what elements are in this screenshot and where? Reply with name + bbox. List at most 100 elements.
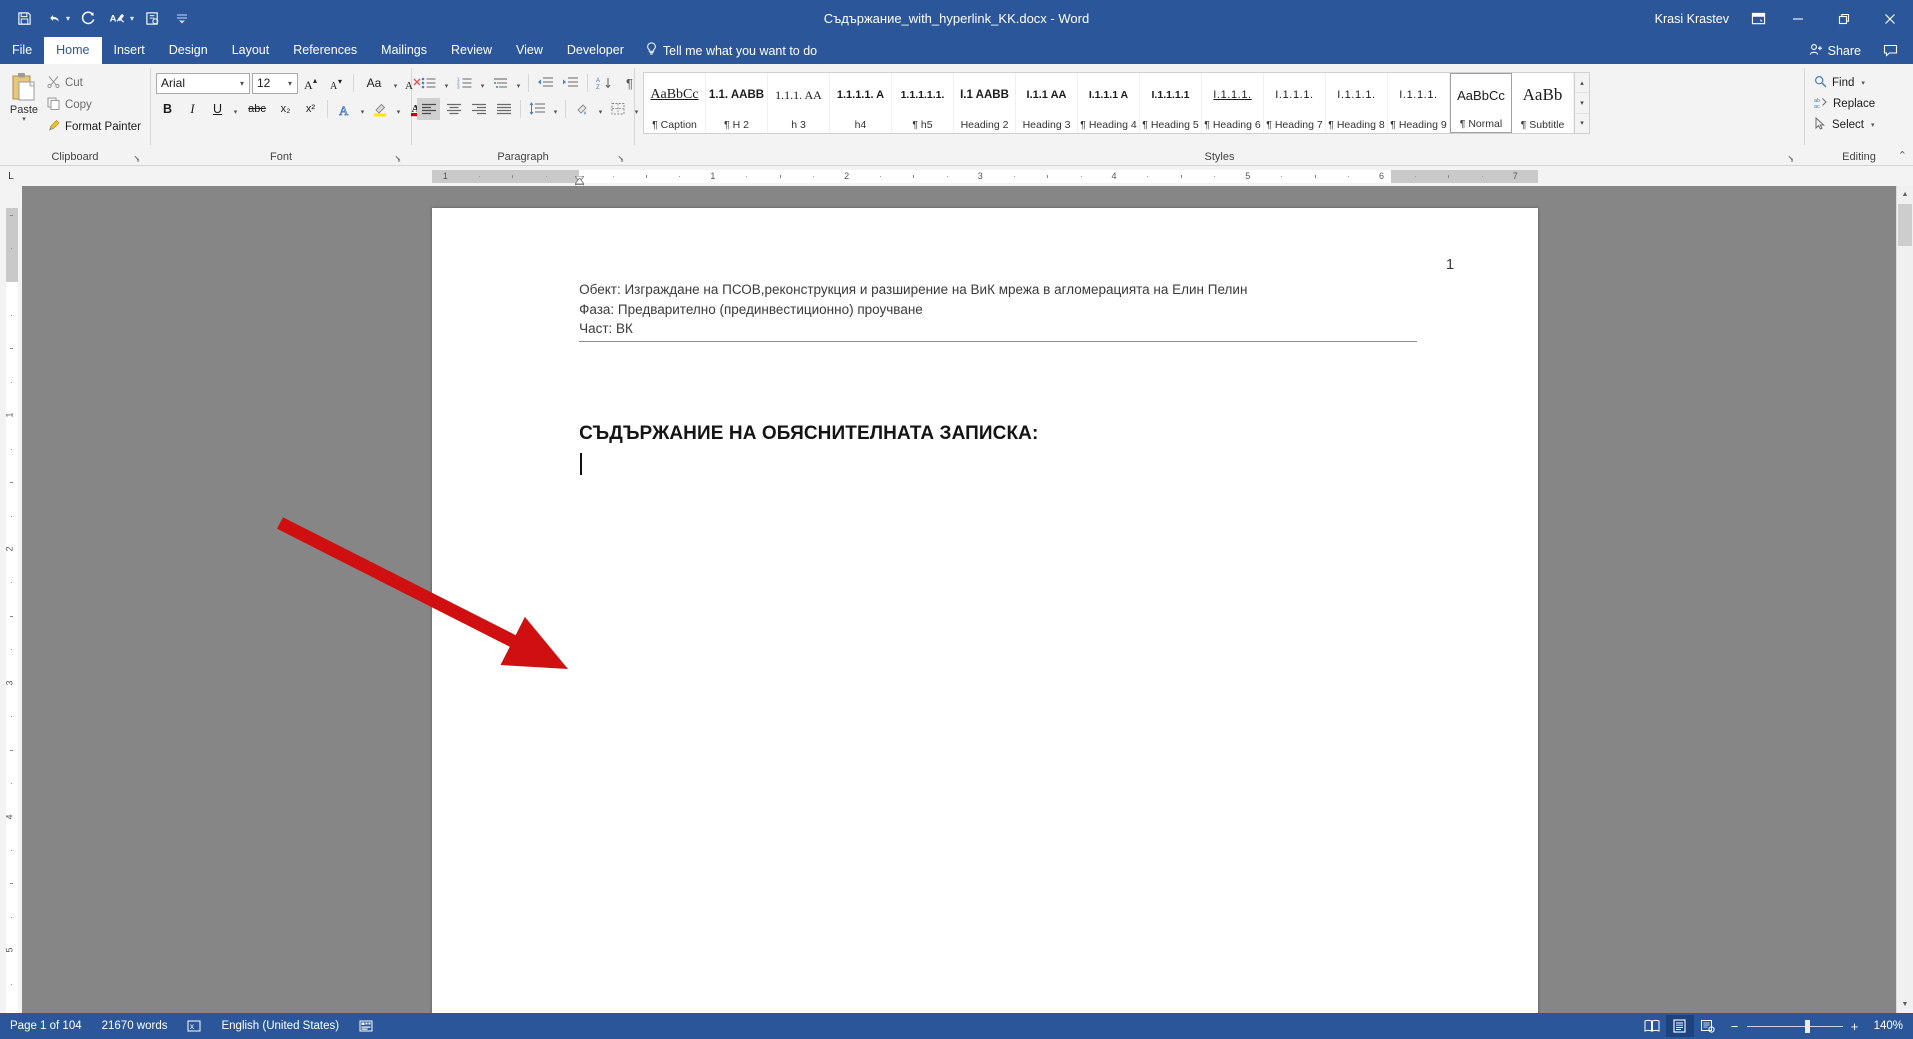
zoom-out-button[interactable]: − <box>1730 1019 1740 1034</box>
minimize-button[interactable] <box>1775 0 1821 37</box>
line-spacing-caret[interactable]: ▾ <box>551 98 560 120</box>
paste-dropdown-caret[interactable]: ▾ <box>22 116 26 124</box>
page-indicator[interactable]: Page 1 of 104 <box>0 1013 92 1039</box>
style-item-heading-3[interactable]: I.1.1 AA Heading 3 <box>1016 73 1078 133</box>
style-item-subtitle[interactable]: AaBb ¶ Subtitle <box>1512 73 1574 133</box>
align-right-button[interactable] <box>467 98 490 120</box>
style-item-heading-2[interactable]: I.1 AABB Heading 2 <box>954 73 1016 133</box>
text-effects-caret[interactable]: ▾ <box>358 98 367 120</box>
style-item-heading-7[interactable]: I.1.1.1. ¶ Heading 7 <box>1264 73 1326 133</box>
web-layout-view-button[interactable] <box>1694 1015 1722 1037</box>
zoom-slider-track[interactable] <box>1746 1019 1843 1033</box>
tell-me-search[interactable]: Tell me what you want to do <box>636 37 827 64</box>
spelling-grammar-icon[interactable]: A <box>104 5 132 33</box>
zoom-slider-thumb[interactable] <box>1804 1019 1810 1033</box>
print-preview-icon[interactable] <box>138 5 166 33</box>
style-item-h-3[interactable]: 1.1.1. AA h 3 <box>768 73 830 133</box>
scroll-down-icon[interactable]: ▼ <box>1897 996 1913 1013</box>
paragraph-dialog-launcher[interactable]: ⭸ <box>618 152 630 164</box>
share-button[interactable]: Share <box>1801 37 1869 64</box>
redo-icon[interactable] <box>74 5 102 33</box>
word-count[interactable]: 21670 words <box>92 1013 178 1039</box>
style-item-heading-5[interactable]: I.1.1.1.1 ¶ Heading 5 <box>1140 73 1202 133</box>
zoom-in-button[interactable]: + <box>1850 1019 1860 1034</box>
tab-file[interactable]: File <box>0 37 44 64</box>
select-caret[interactable]: ▾ <box>1871 121 1875 129</box>
tab-design[interactable]: Design <box>157 37 220 64</box>
tab-references[interactable]: References <box>281 37 369 64</box>
shrink-font-button[interactable]: A ▾ <box>325 72 348 94</box>
spelling-dropdown-caret[interactable]: ▾ <box>130 14 134 23</box>
font-size-combo[interactable]: 12 ▾ <box>252 72 298 94</box>
tab-mailings[interactable]: Mailings <box>369 37 439 64</box>
tab-home[interactable]: Home <box>44 37 102 64</box>
styles-gallery-scroll[interactable]: ▴ ▾ ▾ <box>1575 72 1590 134</box>
increase-indent-button[interactable] <box>559 72 582 94</box>
bold-button[interactable]: B <box>156 98 179 120</box>
read-mode-view-button[interactable] <box>1638 1015 1666 1037</box>
styles-dialog-launcher[interactable]: ⭸ <box>1788 152 1800 164</box>
style-item-heading-9[interactable]: I.1.1.1. ¶ Heading 9 <box>1388 73 1450 133</box>
decrease-indent-button[interactable] <box>534 72 557 94</box>
tab-view[interactable]: View <box>504 37 555 64</box>
italic-button[interactable]: I <box>181 98 204 120</box>
multilevel-caret[interactable]: ▾ <box>514 72 523 94</box>
paste-button[interactable]: Paste ▾ <box>5 69 43 124</box>
collapse-ribbon-button[interactable]: ⌃ <box>1898 149 1907 162</box>
document-canvas[interactable]: 1 Обект: Изграждане на ПСОВ,реконструкци… <box>22 186 1913 1013</box>
font-dialog-launcher[interactable]: ⭸ <box>395 152 407 164</box>
justify-button[interactable] <box>492 98 515 120</box>
style-item-heading-8[interactable]: I.1.1.1. ¶ Heading 8 <box>1326 73 1388 133</box>
ribbon-display-options-icon[interactable] <box>1741 0 1775 37</box>
align-left-button[interactable] <box>417 98 440 120</box>
undo-dropdown-caret[interactable]: ▾ <box>66 14 70 23</box>
customize-qat-icon[interactable] <box>168 5 196 33</box>
style-item-normal[interactable]: AaBbCc ¶ Normal <box>1450 73 1512 133</box>
proofing-errors-icon[interactable]: x <box>177 1013 211 1039</box>
numbering-caret[interactable]: ▾ <box>478 72 487 94</box>
change-case-button[interactable]: Aa <box>359 72 389 94</box>
format-painter-button[interactable]: Format Painter <box>43 117 145 136</box>
bullets-caret[interactable]: ▾ <box>442 72 451 94</box>
align-center-button[interactable] <box>442 98 465 120</box>
change-case-caret[interactable]: ▾ <box>391 72 400 94</box>
replace-button[interactable]: ab ac Replace <box>1810 94 1879 113</box>
cut-button[interactable]: Cut <box>43 73 145 92</box>
style-item-caption[interactable]: AaBbCc ¶ Caption <box>644 73 706 133</box>
tab-developer[interactable]: Developer <box>555 37 636 64</box>
strikethrough-button[interactable]: abc <box>242 98 272 120</box>
numbering-button[interactable]: 123 <box>453 72 476 94</box>
style-item-h4[interactable]: 1.1.1.1. A h4 <box>830 73 892 133</box>
text-effects-button[interactable]: A <box>333 98 356 120</box>
style-item-heading-4[interactable]: I.1.1.1 A ¶ Heading 4 <box>1078 73 1140 133</box>
chevron-down-icon[interactable]: ▾ <box>285 79 295 88</box>
styles-scroll-up-icon[interactable]: ▴ <box>1575 73 1589 94</box>
find-caret[interactable]: ▾ <box>1861 79 1865 87</box>
vertical-ruler[interactable]: 1 2 3 4 5 <box>0 186 22 1013</box>
vertical-scrollbar[interactable]: ▲ ▼ <box>1896 186 1913 1013</box>
highlight-caret[interactable]: ▾ <box>394 98 403 120</box>
account-name[interactable]: Krasi Krastev <box>1643 12 1741 26</box>
zoom-level-button[interactable]: 140% <box>1868 1020 1913 1032</box>
styles-more-icon[interactable]: ▾ <box>1575 113 1589 133</box>
tab-layout[interactable]: Layout <box>220 37 282 64</box>
chevron-down-icon[interactable]: ▾ <box>237 79 247 88</box>
shading-button[interactable] <box>571 98 594 120</box>
clipboard-dialog-launcher[interactable]: ⭸ <box>134 152 146 164</box>
multilevel-list-button[interactable] <box>489 72 512 94</box>
shading-caret[interactable]: ▾ <box>596 98 605 120</box>
style-item-h5[interactable]: 1.1.1.1.1. ¶ h5 <box>892 73 954 133</box>
undo-icon[interactable] <box>40 5 68 33</box>
borders-button[interactable] <box>607 98 630 120</box>
tab-stop-selector[interactable]: L <box>0 166 22 186</box>
text-highlight-button[interactable] <box>369 98 392 120</box>
bullets-button[interactable] <box>417 72 440 94</box>
font-name-combo[interactable]: Arial ▾ <box>156 72 250 94</box>
zoom-slider[interactable]: − + <box>1722 1019 1868 1034</box>
restore-button[interactable] <box>1821 0 1867 37</box>
find-button[interactable]: Find ▾ <box>1810 73 1879 92</box>
underline-caret[interactable]: ▾ <box>231 98 240 120</box>
style-item-heading-6[interactable]: I.1.1.1. ¶ Heading 6 <box>1202 73 1264 133</box>
copy-button[interactable]: Copy <box>43 95 145 114</box>
superscript-button[interactable]: x² <box>299 98 322 120</box>
